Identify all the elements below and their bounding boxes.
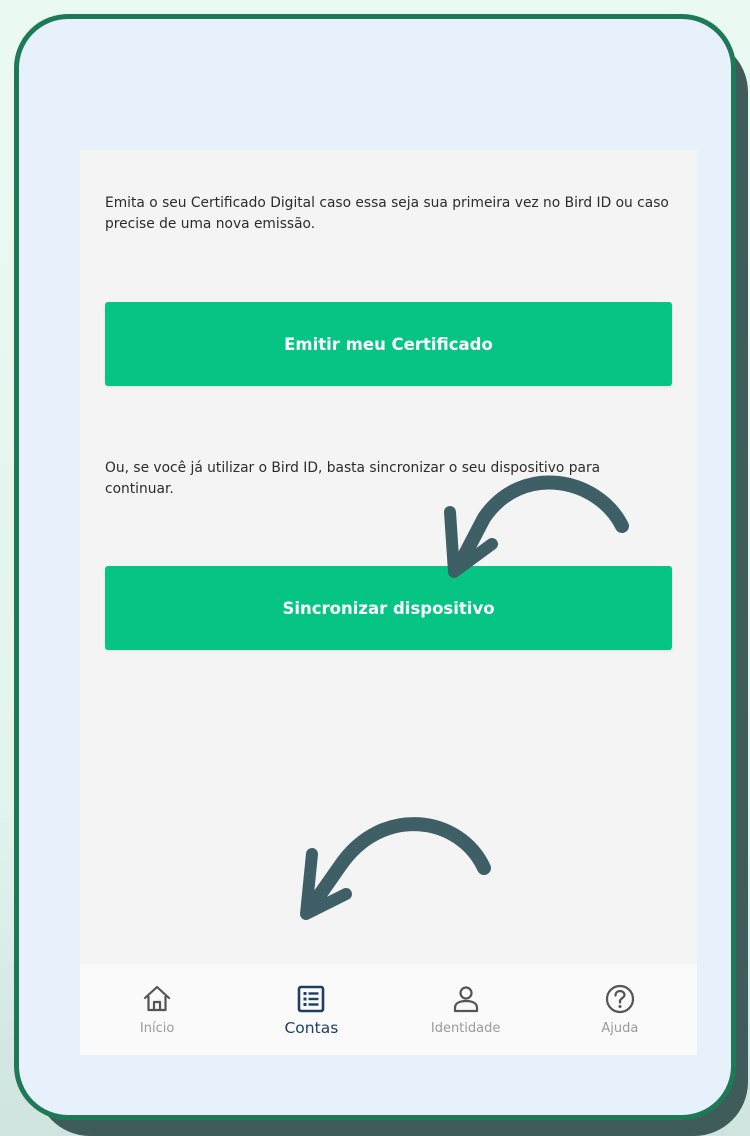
- nav-item-contas[interactable]: Contas: [234, 964, 388, 1055]
- emit-certificate-button[interactable]: Emitir meu Certificado: [105, 302, 672, 386]
- arrow-to-sync-icon: [444, 475, 629, 578]
- nav-label-inicio: Início: [139, 1021, 175, 1036]
- list-icon: [298, 985, 325, 1013]
- nav-item-identidade[interactable]: Identidade: [389, 964, 543, 1055]
- home-icon: [144, 985, 171, 1012]
- nav-label-identidade: Identidade: [430, 1021, 501, 1036]
- intro-text: Emita o seu Certificado Digital caso ess…: [105, 195, 669, 232]
- bottom-nav: Início Contas Identidade Ajuda: [80, 964, 697, 1055]
- help-icon: [605, 984, 634, 1014]
- user-icon: [453, 986, 478, 1013]
- nav-label-contas: Contas: [284, 1019, 339, 1037]
- nav-label-ajuda: Ajuda: [601, 1021, 639, 1036]
- nav-item-inicio[interactable]: Início: [80, 964, 234, 1055]
- arrow-to-contas-icon: [300, 817, 491, 920]
- nav-item-ajuda[interactable]: Ajuda: [543, 964, 697, 1055]
